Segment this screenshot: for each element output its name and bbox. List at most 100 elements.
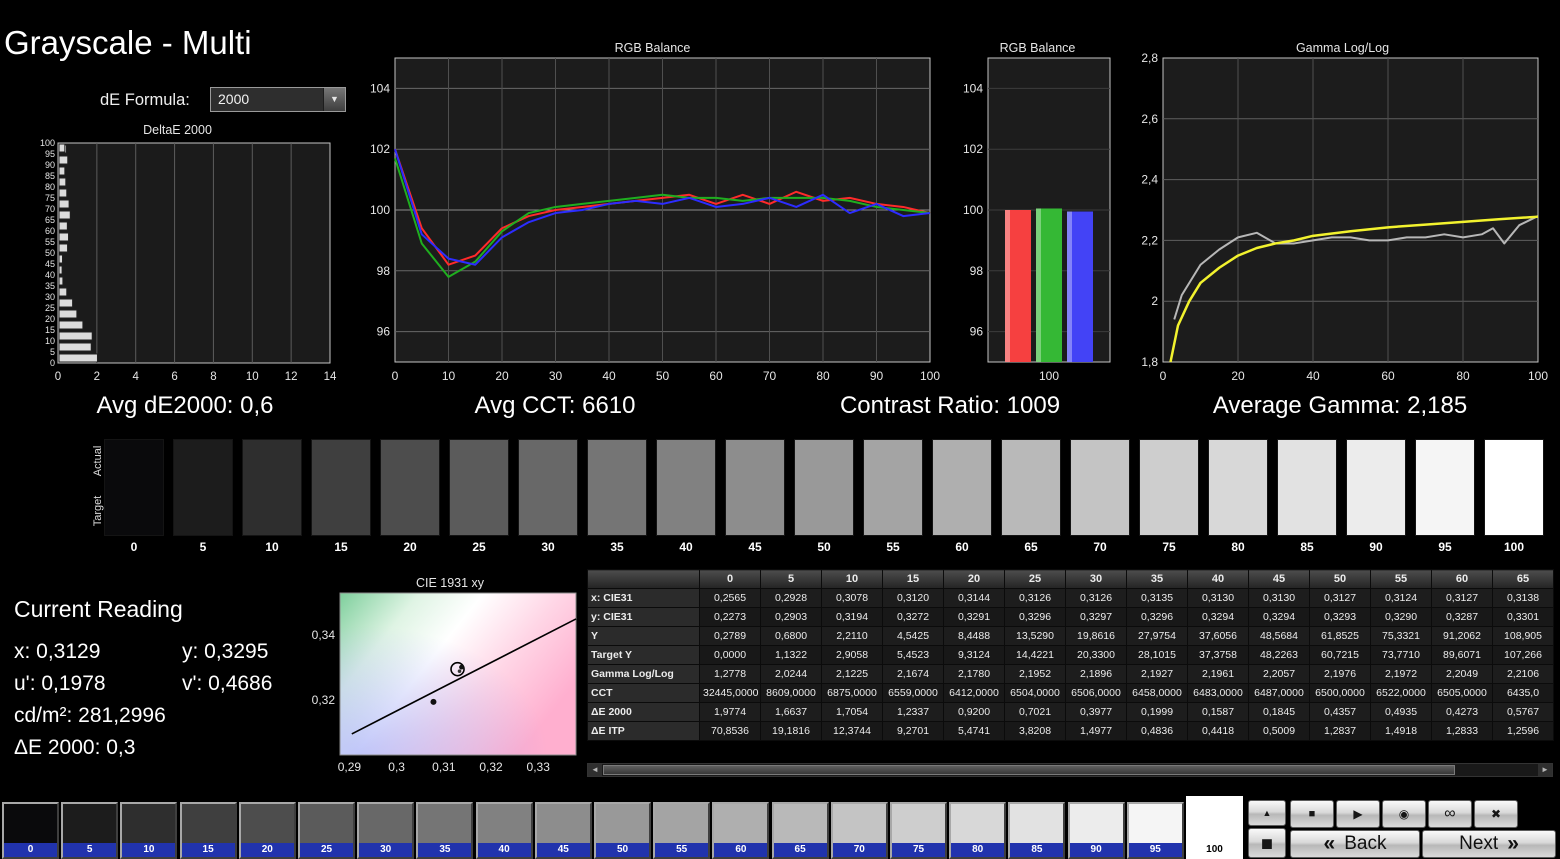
table-cell: 0,1587 [1187, 702, 1249, 722]
grayscale-swatch-95: 95 [1415, 439, 1475, 554]
table-col-header-30: 30 [1065, 569, 1127, 589]
level-button-35[interactable]: 35 [416, 802, 474, 859]
table-col-header-0: 0 [699, 569, 761, 589]
table-row-label: ΔE 2000 [587, 702, 700, 722]
deltae-bar [58, 287, 68, 297]
table-scrollbar[interactable]: ◄ ► [587, 763, 1553, 777]
level-button-90[interactable]: 90 [1067, 802, 1125, 859]
table-cell: 1,2337 [882, 702, 944, 722]
level-button-label: 30 [359, 843, 413, 857]
svg-text:0: 0 [392, 369, 399, 383]
contrast-ratio-stat: Contrast Ratio: 1009 [839, 392, 1061, 419]
reading-u: u': 0,1978 [14, 672, 106, 695]
grayscale-swatch-15: 15 [311, 439, 371, 554]
level-button-label: 15 [181, 843, 235, 857]
table-cell: 6412,0000 [943, 683, 1005, 703]
level-button-45[interactable]: 45 [534, 802, 592, 859]
swatch-level-label: 10 [265, 540, 279, 554]
table-cell: 2,2106 [1492, 664, 1554, 684]
table-cell: 2,1961 [1187, 664, 1249, 684]
level-button-15[interactable]: 15 [179, 802, 237, 859]
svg-text:25: 25 [45, 303, 55, 313]
level-button-80[interactable]: 80 [949, 802, 1007, 859]
table-col-header-40: 40 [1187, 569, 1249, 589]
grayscale-swatch-0: 0 [104, 439, 164, 554]
swatch-color-block [311, 439, 371, 536]
close-button[interactable]: ✖ [1474, 800, 1518, 828]
grayscale-swatch-10: 10 [242, 439, 302, 554]
level-button-5[interactable]: 5 [61, 802, 119, 859]
dropdown-arrow-icon[interactable]: ▼ [323, 88, 345, 111]
play-button[interactable]: ▶ [1336, 800, 1380, 828]
svg-text:104: 104 [370, 81, 390, 95]
record-button[interactable]: ◉ [1382, 800, 1426, 828]
level-button-swatch [359, 804, 413, 843]
level-button-0[interactable]: 0 [2, 802, 59, 859]
deltae-bar [58, 353, 98, 363]
level-button-label: 5 [63, 843, 117, 857]
de-formula-dropdown[interactable]: 2000 ▼ [210, 87, 346, 112]
scrollbar-thumb[interactable] [603, 765, 1455, 775]
svg-text:2: 2 [1151, 294, 1158, 308]
table-cell: 14,4221 [1004, 645, 1066, 665]
table-row: Target Y 0,0000 1,1322 2,9058 5,4523 9,3124 14… [587, 645, 1554, 665]
swatch-color-block [863, 439, 923, 536]
gamma-chart-svg: 1,8 2 2,2 2,4 2,6 2,8 0 20 40 60 80 100 [1141, 51, 1548, 383]
level-button-75[interactable]: 75 [890, 802, 947, 859]
level-button-label: 60 [714, 843, 768, 857]
table-cell: 0,3977 [1065, 702, 1127, 722]
level-button-65[interactable]: 65 [771, 802, 829, 859]
scroll-left-icon[interactable]: ◄ [588, 764, 602, 776]
level-button-swatch [951, 804, 1005, 843]
scroll-right-icon[interactable]: ► [1538, 764, 1552, 776]
table-col-header-35: 35 [1126, 569, 1188, 589]
loop-button[interactable]: ∞ [1428, 800, 1472, 828]
table-row-label: y: CIE31 [587, 607, 700, 627]
table-cell: 2,1896 [1065, 664, 1127, 684]
svg-text:102: 102 [963, 142, 983, 156]
table-cell: 0,4935 [1370, 702, 1432, 722]
svg-text:100: 100 [1528, 369, 1548, 383]
level-button-25[interactable]: 25 [298, 802, 355, 859]
back-button[interactable]: « Back [1290, 830, 1420, 858]
swatch-color-block [1070, 439, 1130, 536]
swatch-color-block [656, 439, 716, 536]
level-button-40[interactable]: 40 [475, 802, 533, 859]
next-button[interactable]: Next » [1422, 830, 1556, 858]
level-button-60[interactable]: 60 [712, 802, 770, 859]
svg-text:55: 55 [45, 237, 55, 247]
table-cell: 91,2062 [1431, 626, 1493, 646]
expand-button[interactable]: ▲ [1248, 800, 1286, 826]
level-button-95[interactable]: 95 [1126, 802, 1184, 859]
stop-button[interactable]: ■ [1290, 800, 1334, 828]
level-button-85[interactable]: 85 [1008, 802, 1066, 859]
table-col-header-55: 55 [1370, 569, 1432, 589]
svg-text:4: 4 [133, 371, 140, 383]
deltae-bar [58, 276, 64, 286]
level-button-50[interactable]: 50 [594, 802, 651, 859]
table-row: Gamma Log/Log 1,2778 2,0244 2,1225 2,1674 2,1… [587, 664, 1554, 684]
swatch-level-label: 55 [886, 540, 900, 554]
display-mode-button[interactable]: ◼ [1248, 828, 1286, 858]
table-cell: 9,2701 [882, 721, 944, 741]
expand-icon: ▲ [1262, 808, 1272, 818]
reading-y: y: 0,3295 [182, 640, 269, 663]
svg-text:20: 20 [45, 314, 55, 324]
svg-text:0,32: 0,32 [312, 693, 336, 707]
grayscale-swatch-80: 80 [1208, 439, 1268, 554]
table-row-label: x: CIE31 [587, 588, 700, 608]
level-button-30[interactable]: 30 [357, 802, 415, 859]
svg-text:50: 50 [656, 369, 670, 383]
table-cell: 2,0244 [760, 664, 822, 684]
level-button-20[interactable]: 20 [238, 802, 296, 859]
grayscale-swatch-90: 90 [1346, 439, 1406, 554]
table-cell: 0,6800 [760, 626, 822, 646]
level-button-70[interactable]: 70 [830, 802, 888, 859]
table-col-header-50: 50 [1309, 569, 1371, 589]
level-button-55[interactable]: 55 [653, 802, 711, 859]
svg-text:70: 70 [45, 204, 55, 214]
level-button-swatch [655, 804, 709, 843]
level-button-100[interactable]: 100 [1186, 796, 1243, 859]
table-cell: 0,3126 [1065, 588, 1127, 608]
level-button-10[interactable]: 10 [120, 802, 178, 859]
